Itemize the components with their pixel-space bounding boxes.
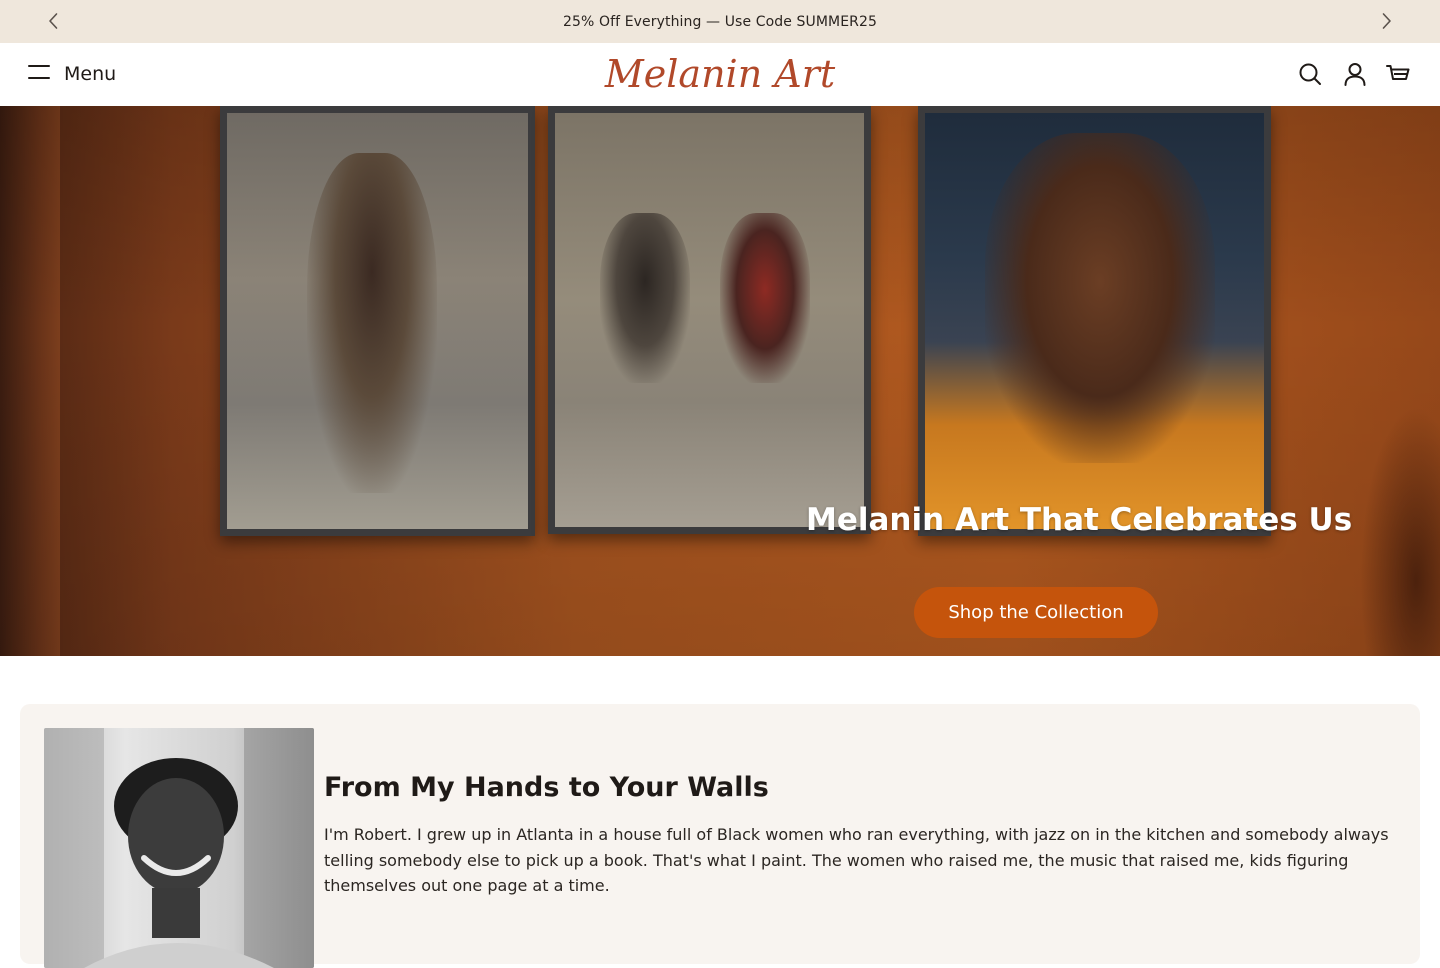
logo[interactable]: Melanin Art [600, 45, 840, 105]
hero-title: Melanin Art That Celebrates Us [806, 502, 1353, 538]
about-body: I'm Robert. I grew up in Atlanta in a ho… [324, 825, 1389, 895]
shop-collection-button[interactable]: Shop the Collection [914, 587, 1158, 638]
hamburger-icon [28, 64, 50, 84]
hero-painting-kids-swinging [548, 106, 871, 534]
account-icon[interactable] [1342, 61, 1368, 87]
chevron-left-icon[interactable] [44, 11, 64, 31]
hero-banner: Melanin Art That Celebrates Us Shop the … [0, 106, 1440, 656]
hero-plant [1360, 406, 1440, 656]
hero-painting-boy-with-book [918, 106, 1271, 536]
chevron-right-icon[interactable] [1376, 11, 1396, 31]
menu-label: Menu [64, 63, 117, 85]
site-header: Menu Melanin Art [0, 43, 1440, 106]
svg-text:Melanin Art: Melanin Art [604, 52, 836, 96]
announcement-bar: 25% Off Everything — Use Code SUMMER25 [0, 0, 1440, 43]
menu-button[interactable]: Menu [28, 59, 116, 89]
about-title: From My Hands to Your Walls [324, 772, 769, 803]
artist-photo [44, 728, 314, 968]
announcement-text[interactable]: 25% Off Everything — Use Code SUMMER25 [563, 14, 877, 30]
search-icon[interactable] [1297, 61, 1323, 87]
cart-icon[interactable] [1385, 61, 1411, 87]
about-section: From My Hands to Your Walls I'm Robert. … [20, 704, 1420, 968]
hero-painting-man-reading [220, 106, 535, 536]
